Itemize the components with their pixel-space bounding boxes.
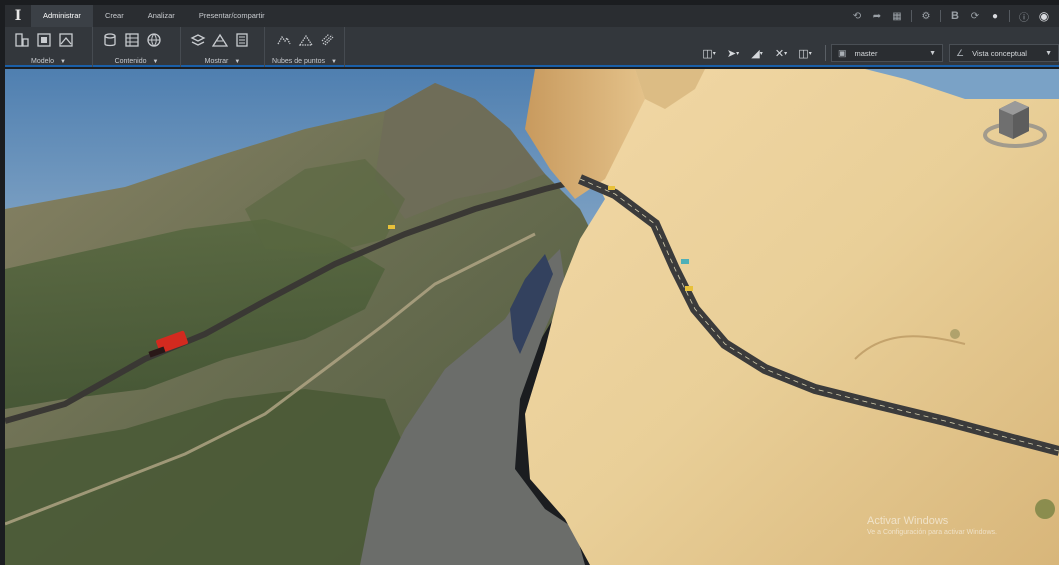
help-icon[interactable]: ⓘ [1015, 7, 1033, 25]
ribbon-group-mostrar: Mostrar ▼ [181, 27, 265, 67]
topbar-actions: ⟲ ➦ ▦ ⚙ B ⟳ ● ⓘ ◉ [848, 7, 1059, 25]
panel-icon[interactable]: ◫ ▾ [795, 45, 815, 61]
windows-activation-watermark: Activar Windows Ve a Configuración para … [867, 515, 997, 536]
separator [911, 10, 912, 22]
scenario-select[interactable]: ▣ master ▼ [831, 44, 943, 62]
app-logo[interactable]: I [5, 8, 31, 24]
terrain-scene [5, 69, 1059, 565]
separator [1009, 10, 1010, 22]
measure-icon[interactable]: ◢ ▾ [747, 45, 767, 61]
style-icon: ∠ [956, 47, 965, 58]
point-mountain-icon[interactable] [297, 31, 315, 49]
undo-icon[interactable]: ⟲ [848, 7, 866, 25]
tab-administrar[interactable]: Administrar [31, 5, 93, 27]
scenario-select-value: master [854, 48, 878, 58]
layers-icon[interactable] [35, 31, 53, 49]
watermark-title: Activar Windows [867, 515, 949, 527]
grid-icon[interactable]: ▦ [888, 7, 906, 25]
view-tools: ◫ ▾ ➤ ▾ ◢ ▾ ✕ ▾ ◫ ▾ [699, 45, 832, 61]
account-icon[interactable]: ◉ [1035, 7, 1053, 25]
shrub [1035, 499, 1055, 519]
watermark-subtitle: Ve a Configuración para activar Windows. [867, 529, 997, 536]
table-icon[interactable] [123, 31, 141, 49]
3d-viewport[interactable]: Activar Windows Ve a Configuración para … [5, 69, 1059, 565]
point-layer-icon[interactable] [319, 31, 337, 49]
scenario-icon: ▣ [838, 47, 847, 58]
view-cube[interactable] [979, 97, 1049, 157]
terrain-icon[interactable] [57, 31, 75, 49]
database-icon[interactable] [101, 31, 119, 49]
ribbon: Modelo ▼ Contenido ▼ Mostrar ▼ Nubes de … [5, 27, 1059, 67]
pointer-icon[interactable]: ➤ ▾ [723, 45, 743, 61]
tab-presentar-compartir[interactable]: Presentar/compartir [187, 5, 277, 27]
point-cloud-icon[interactable] [275, 31, 293, 49]
top-bar: I Administrar Crear Analizar Presentar/c… [5, 5, 1059, 27]
tools-icon[interactable]: ✕ ▾ [771, 45, 791, 61]
tab-analizar[interactable]: Analizar [136, 5, 187, 27]
ribbon-group-label[interactable]: Contenido ▼ [93, 58, 180, 65]
yellow-car-2[interactable] [685, 286, 693, 291]
ribbon-group-nubes-de-puntos: Nubes de puntos ▼ [265, 27, 345, 67]
ribbon-group-label[interactable]: Mostrar ▼ [181, 58, 264, 65]
teal-car[interactable] [681, 259, 689, 264]
ribbon-group-contenido: Contenido ▼ [93, 27, 181, 67]
bim-icon[interactable]: B [946, 7, 964, 25]
monitor-icon[interactable]: ◫ ▾ [699, 45, 719, 61]
chevron-down-icon: ▼ [929, 49, 936, 57]
globe-icon[interactable] [145, 31, 163, 49]
visual-style-select-value: Vista conceptual [972, 48, 1027, 58]
layers-stack-icon[interactable] [189, 31, 207, 49]
ribbon-group-modelo: Modelo ▼ [5, 27, 93, 67]
yellow-car-3[interactable] [608, 186, 615, 190]
list-icon[interactable] [233, 31, 251, 49]
shrub [950, 329, 960, 339]
share-icon[interactable]: ➦ [868, 7, 886, 25]
tab-crear[interactable]: Crear [93, 5, 136, 27]
separator [825, 45, 826, 61]
visual-style-select[interactable]: ∠ Vista conceptual ▼ [949, 44, 1059, 62]
ribbon-group-label[interactable]: Modelo ▼ [5, 58, 92, 65]
view-cube-icon[interactable] [979, 97, 1049, 157]
sync-icon[interactable]: ⟳ [966, 7, 984, 25]
separator [940, 10, 941, 22]
settings-icon[interactable]: ⚙ [917, 7, 935, 25]
ribbon-group-label[interactable]: Nubes de puntos ▼ [265, 58, 344, 65]
model-icon[interactable] [13, 31, 31, 49]
mountain-icon[interactable] [211, 31, 229, 49]
yellow-car[interactable] [388, 225, 395, 229]
chevron-down-icon: ▼ [1045, 49, 1052, 57]
user-icon[interactable]: ● [986, 7, 1004, 25]
